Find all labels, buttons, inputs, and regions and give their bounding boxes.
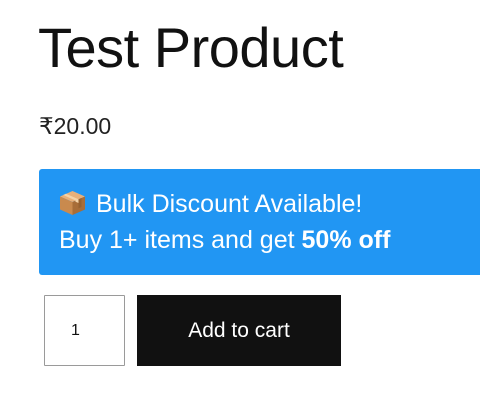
package-box-icon [60, 191, 85, 215]
discount-headline-row: Bulk Discount Available! [59, 186, 480, 222]
product-title: Test Product [38, 16, 344, 79]
discount-offer-text: Buy 1+ items and get [59, 226, 302, 254]
discount-offer-percent: 50% off [301, 226, 391, 254]
add-to-cart-button[interactable]: Add to cart [137, 295, 341, 366]
discount-headline: Bulk Discount Available! [96, 190, 363, 218]
discount-offer-row: Buy 1+ items and get 50% off [59, 222, 480, 258]
product-price: ₹20.00 [39, 113, 112, 139]
bulk-discount-notice: Bulk Discount Available! Buy 1+ items an… [39, 169, 480, 275]
quantity-input[interactable] [44, 295, 125, 366]
product-page: Test Product ₹20.00 Bulk Discount Availa… [0, 0, 480, 406]
